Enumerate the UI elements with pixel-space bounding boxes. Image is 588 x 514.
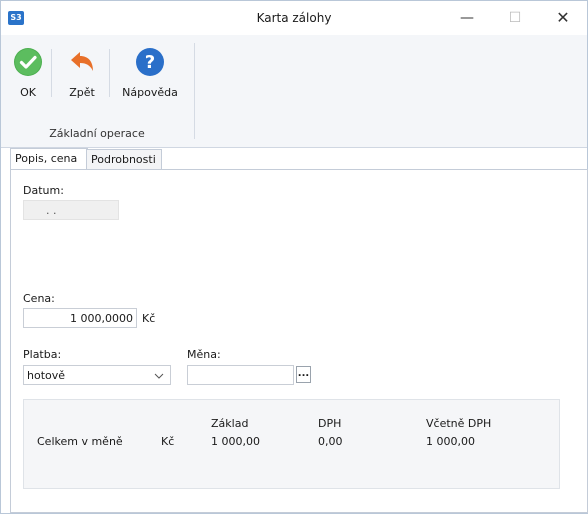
mena-label: Měna: (187, 348, 221, 361)
summary-zaklad-value: 1 000,00 (211, 435, 260, 448)
summary-header-vcetne-dph: Včetně DPH (426, 417, 492, 430)
cena-currency-label: Kč (142, 312, 156, 325)
summary-header-dph: DPH (318, 417, 342, 430)
summary-dph-value: 0,00 (318, 435, 343, 448)
ribbon-separator (109, 49, 110, 97)
window: S3 Karta zálohy — ☐ ✕ OK Zpět ? Nápověda… (0, 0, 588, 514)
svg-text:?: ? (145, 52, 155, 73)
ribbon-group-label: Základní operace (49, 127, 145, 140)
ok-button[interactable]: OK (13, 47, 43, 99)
maximize-button[interactable]: ☐ (492, 1, 538, 35)
platba-label: Platba: (23, 348, 62, 361)
mena-field[interactable] (187, 365, 294, 385)
back-button[interactable]: Zpět (63, 47, 101, 99)
summary-header-zaklad: Základ (211, 417, 249, 430)
summary-vcetne-value: 1 000,00 (426, 435, 475, 448)
ribbon-group-separator (194, 43, 195, 139)
datum-field[interactable]: . . (23, 200, 119, 220)
title-bar: S3 Karta zálohy — ☐ ✕ (1, 1, 587, 35)
help-button[interactable]: ? Nápověda (118, 47, 182, 99)
tab-podrobnosti[interactable]: Podrobnosti (86, 149, 162, 170)
cena-label: Cena: (23, 292, 55, 305)
checkmark-icon (14, 48, 42, 76)
mena-browse-button[interactable]: ... (296, 366, 311, 383)
help-label: Nápověda (122, 86, 178, 99)
platba-select[interactable]: hotově (23, 365, 171, 385)
platba-value: hotově (27, 369, 66, 382)
minimize-button[interactable]: — (444, 1, 490, 35)
datum-label: Datum: (23, 184, 64, 197)
help-icon: ? (136, 48, 164, 76)
cena-field[interactable]: 1 000,0000 (23, 308, 137, 328)
ribbon: OK Zpět ? Nápověda Základní operace (1, 35, 587, 148)
summary-row-currency: Kč (161, 435, 175, 448)
back-label: Zpět (69, 86, 95, 99)
summary-row-label: Celkem v měně (37, 435, 123, 448)
back-arrow-icon (71, 52, 93, 71)
chevron-down-icon (154, 366, 164, 394)
ribbon-separator (51, 49, 52, 97)
ok-label: OK (20, 86, 36, 99)
summary-panel: Základ DPH Včetně DPH Celkem v měně Kč 1… (23, 399, 560, 489)
tab-popis-cena[interactable]: Popis, cena (10, 148, 88, 170)
close-button[interactable]: ✕ (540, 1, 586, 35)
